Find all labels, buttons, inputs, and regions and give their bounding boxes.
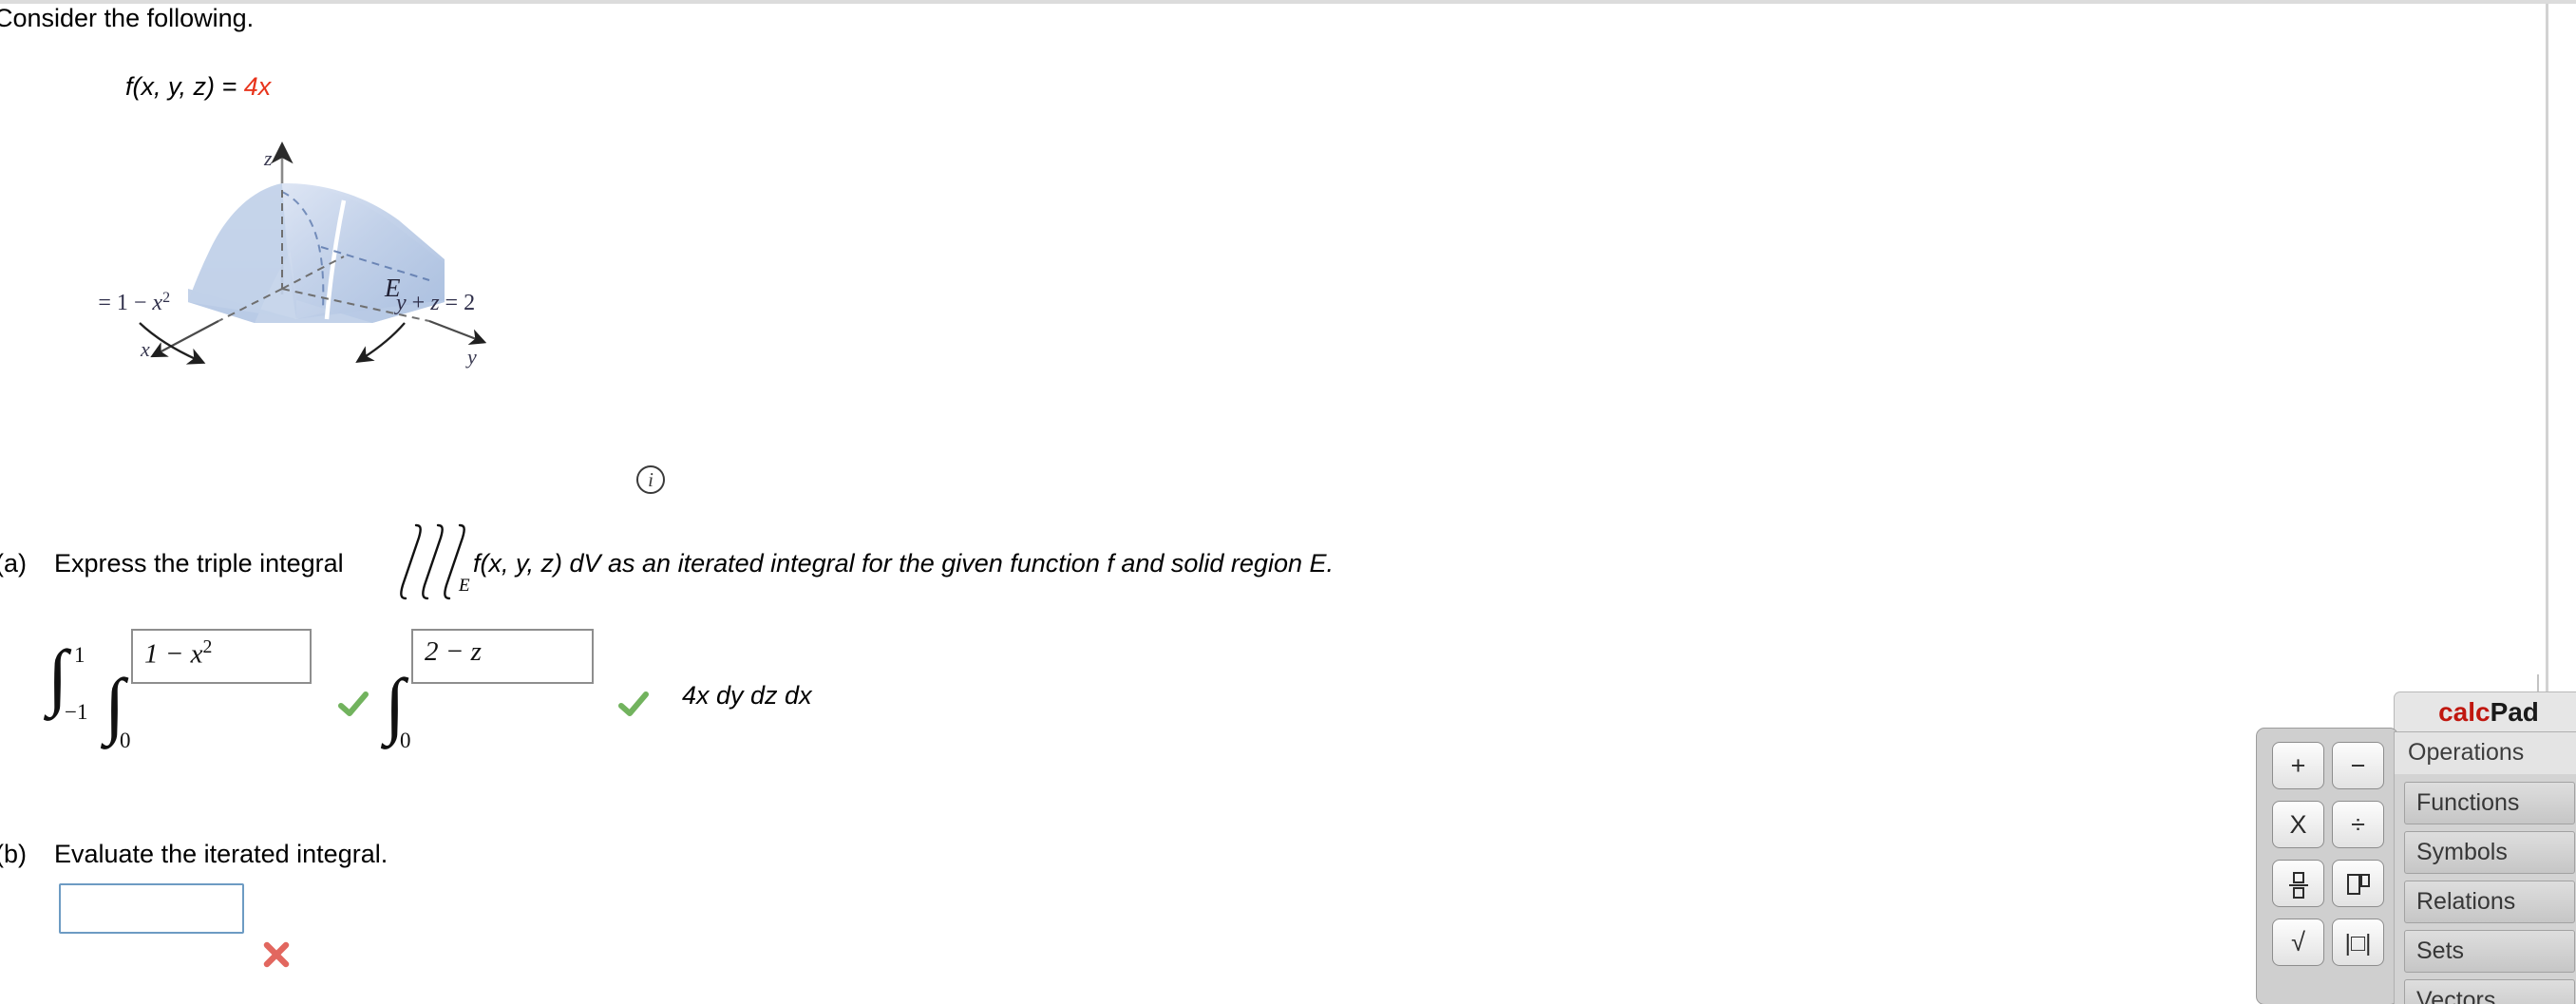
surface-label-right: y + z = 2 (394, 291, 475, 315)
middle-upper-limit-value: 1 − x (144, 638, 203, 670)
calcpad-category-label: Functions (2416, 789, 2520, 816)
calcpad-connector (2537, 674, 2539, 691)
calcpad-title-tab[interactable]: calcPad (2394, 691, 2576, 733)
info-icon-glyph: i (648, 468, 653, 491)
calcpad-category-functions[interactable]: Functions (2404, 782, 2575, 824)
plus-icon: + (2290, 751, 2306, 780)
calcpad-category-symbols[interactable]: Symbols (2404, 831, 2575, 874)
triple-integral-symbol: E (385, 521, 475, 608)
divide-key[interactable]: ÷ (2332, 801, 2384, 848)
solid-region-figure: z x y z = 1 − x2 y + z = 2 E (95, 133, 684, 370)
fraction-icon (2288, 871, 2308, 899)
middle-lower-limit: 0 (120, 729, 131, 752)
outer-lower-limit: −1 (65, 700, 88, 724)
part-a-prompt-after: f(x, y, z) dV as an iterated integral fo… (473, 549, 1334, 578)
minus-icon: − (2350, 751, 2366, 780)
inner-upper-limit-value: 2 − z (425, 636, 482, 667)
minus-key[interactable]: − (2332, 742, 2384, 789)
middle-upper-limit-answer-box[interactable]: 1 − x2 (131, 629, 312, 684)
part-a-prompt-before: Express the triple integral (54, 549, 344, 578)
calcpad-title-rest: Pad (2490, 697, 2539, 727)
calcpad-category-sets[interactable]: Sets (2404, 930, 2575, 973)
axis-label-z: z (263, 146, 273, 170)
triple-integral-subscript: E (459, 576, 470, 596)
function-definition-value: 4x (243, 72, 272, 101)
middle-upper-limit-exponent: 2 (202, 636, 213, 657)
integrand-expression: 4x dy dz dx (682, 681, 812, 710)
calcpad-category-relations[interactable]: Relations (2404, 881, 2575, 923)
axis-label-y: y (465, 345, 477, 369)
multiply-key[interactable]: X (2272, 801, 2324, 848)
part-b-answer-input[interactable] (59, 883, 244, 934)
top-strip (0, 0, 2576, 4)
calcpad-category-label: Sets (2416, 938, 2465, 964)
part-b-prompt: Evaluate the iterated integral. (54, 840, 388, 868)
sqrt-key[interactable]: √ (2272, 919, 2324, 966)
incorrect-cross-icon (262, 940, 291, 969)
multiply-icon: X (2289, 810, 2307, 839)
problem-page: Consider the following. f(x, y, z) = 4x (0, 0, 2576, 1004)
inner-lower-limit: 0 (400, 729, 411, 752)
divide-icon: ÷ (2351, 810, 2365, 839)
calcpad-category-label: Symbols (2416, 839, 2508, 865)
absolute-value-icon: |□| (2344, 930, 2372, 957)
surface-label-left: z = 1 − x2 (95, 290, 170, 315)
calcpad-panel: calcPad + − X ÷ √ |□| Operations Functio… (2256, 674, 2576, 1004)
exponent-key[interactable] (2332, 860, 2384, 907)
calcpad-category-label: Relations (2416, 888, 2516, 915)
correct-check-icon-inner (617, 689, 650, 721)
part-b-label: (b) (0, 840, 27, 868)
info-icon[interactable]: i (636, 465, 665, 494)
sqrt-icon: √ (2291, 928, 2305, 957)
calcpad-keypad: + − X ÷ √ |□| (2256, 728, 2398, 1004)
region-label-E: E (384, 274, 401, 302)
fraction-key[interactable] (2272, 860, 2324, 907)
calcpad-categories: Operations Functions Symbols Relations S… (2394, 731, 2576, 1004)
page-title: Consider the following. (0, 4, 255, 32)
axis-label-x: x (140, 337, 150, 361)
calcpad-category-label: Vectors (2416, 987, 2496, 1004)
calcpad-category-vectors[interactable]: Vectors (2404, 979, 2575, 1004)
function-definition: f(x, y, z) = 4x (125, 72, 271, 102)
calcpad-title-accent: calc (2438, 697, 2491, 727)
part-a-label: (a) (0, 549, 27, 578)
calcpad-category-header[interactable]: Operations (2395, 732, 2576, 774)
exponent-icon (2346, 873, 2370, 897)
plus-key[interactable]: + (2272, 742, 2324, 789)
absolute-value-key[interactable]: |□| (2332, 919, 2384, 966)
correct-check-icon-middle (337, 689, 369, 721)
inner-upper-limit-answer-box[interactable]: 2 − z (411, 629, 594, 684)
function-definition-prefix: f(x, y, z) = (125, 72, 244, 101)
outer-upper-limit: 1 (74, 643, 85, 667)
